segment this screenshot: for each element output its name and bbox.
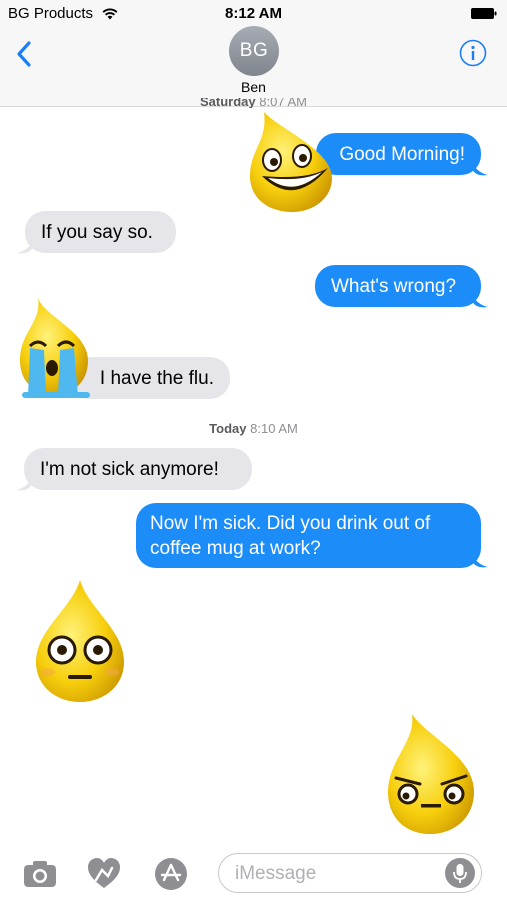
timestamp-time: 8:10 AM [250,421,298,436]
timestamp-today: Today 8:10 AM [0,421,507,436]
bubble-tail [17,241,33,254]
digital-touch-heart-icon[interactable] [86,856,122,892]
camera-icon[interactable] [22,856,58,892]
app-store-icon[interactable] [153,856,189,892]
timestamp-day: Saturday [200,98,256,108]
message-bubble-outgoing[interactable]: What's wrong? [315,265,481,307]
grinning-drop-emoji[interactable] [248,110,334,214]
shocked-drop-emoji[interactable] [34,578,126,704]
message-text: If you say so. [41,221,153,243]
back-chevron-icon[interactable] [14,40,36,68]
timestamp-saturday: Saturday 8:07 AM [0,98,507,108]
avatar-initials: BG [239,40,269,61]
bubble-tail [472,163,488,176]
message-bubble-incoming[interactable]: I'm not sick anymore! [24,448,252,490]
message-text: Good Morning! [339,143,465,165]
message-text: I'm not sick anymore! [40,458,219,480]
imessage-placeholder: iMessage [235,863,317,884]
contact-name[interactable]: Ben [0,79,507,95]
message-text: Now I'm sick. Did you drink out of coffe… [150,512,431,559]
timestamp-time: 8:07 AM [259,98,307,108]
suspicious-drop-emoji[interactable] [386,712,476,836]
bubble-tail [472,295,488,308]
microphone-icon[interactable] [445,858,475,888]
timestamp-day: Today [209,421,247,436]
message-bubble-outgoing[interactable]: Good Morning! [316,133,481,175]
bubble-tail [472,555,488,568]
imessage-input[interactable]: iMessage [218,853,482,893]
message-bubble-outgoing[interactable]: Now I'm sick. Did you drink out of coffe… [136,503,481,568]
message-bubble-incoming[interactable]: If you say so. [25,211,176,253]
contact-avatar[interactable]: BG [229,26,279,76]
message-text: What's wrong? [331,275,457,297]
message-text: I have the flu. [99,367,214,389]
info-icon[interactable] [459,39,487,67]
conversation-header: BG Products 8:12 AM BG Ben [0,0,507,107]
battery-icon [471,8,497,19]
bubble-tail [16,478,32,491]
status-time: 8:12 AM [225,5,282,22]
crying-drop-emoji[interactable] [16,296,96,402]
